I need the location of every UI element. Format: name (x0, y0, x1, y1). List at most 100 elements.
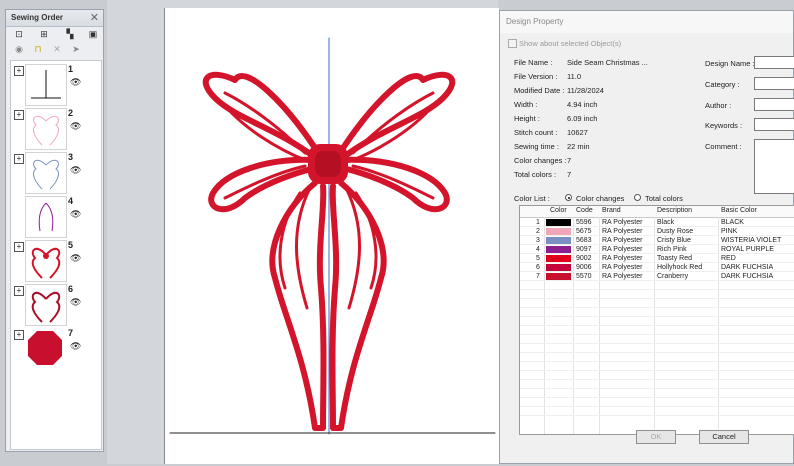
sew-item-number: 7 (68, 328, 74, 338)
bow-design (169, 37, 496, 435)
sewing-time-value: 22 min (567, 142, 590, 151)
grid-line (520, 262, 794, 263)
eye-icon[interactable]: 👁 (70, 165, 81, 176)
eye-icon[interactable]: 👁 (70, 77, 81, 88)
frame-icon[interactable]: ▣ (86, 28, 100, 40)
sew-item-number: 2 (68, 108, 74, 118)
select-all-icon[interactable]: ⊡ (12, 28, 26, 40)
grid-line (520, 388, 794, 389)
view-icon[interactable]: ◉ (12, 43, 26, 55)
column-header: Description (657, 207, 693, 214)
color-swatch (546, 237, 571, 244)
sew-item-thumbnail (25, 108, 67, 150)
sewing-order-titlebar: Sewing Order ✕ (6, 10, 103, 27)
grid-line (520, 244, 794, 245)
eye-icon[interactable]: 👁 (70, 297, 81, 308)
expand-icon[interactable]: + (14, 330, 24, 340)
expand-icon[interactable]: + (14, 110, 24, 120)
sew-item-3[interactable]: + 3 👁 (11, 152, 99, 196)
grid-line (520, 253, 794, 254)
grid-line (520, 280, 794, 281)
sew-item-thumbnail (25, 64, 67, 106)
close-icon[interactable]: ✕ (90, 11, 99, 24)
total-colors-radio[interactable] (634, 194, 641, 201)
total-colors-label: Total colors : (514, 170, 557, 179)
sew-item-2[interactable]: + 2 👁 (11, 108, 99, 152)
sew-item-7[interactable]: + 7 👁 (11, 328, 99, 372)
sew-item-1[interactable]: + 1 👁 (11, 64, 99, 108)
expand-icon[interactable]: + (14, 66, 24, 76)
stitch-count-value: 10627 (567, 128, 588, 137)
column-header: Code (576, 207, 593, 214)
eye-icon[interactable]: 👁 (70, 121, 81, 132)
cancel-button[interactable]: Cancel (699, 430, 749, 444)
dialog-title: Design Property (506, 17, 564, 26)
color-swatch (546, 219, 571, 226)
color-swatch (546, 273, 571, 280)
modified-date-value: 11/28/2024 (567, 86, 604, 95)
sew-item-5[interactable]: + 5 👁 (11, 240, 99, 284)
eye-icon[interactable]: 👁 (70, 253, 81, 264)
color-swatch (546, 228, 571, 235)
color-swatch (546, 246, 571, 253)
design-name-field[interactable] (754, 56, 794, 69)
grid-line (520, 361, 794, 362)
author-field[interactable] (754, 98, 794, 111)
color-changes-radio[interactable] (565, 194, 572, 201)
sew-item-4[interactable]: 4 👁 (11, 196, 99, 240)
grid-line (520, 235, 794, 236)
grid-line (520, 271, 794, 272)
show-about-checkbox[interactable] (508, 39, 517, 48)
ok-button[interactable]: OK (636, 430, 676, 444)
total-colors-value: 7 (567, 170, 572, 179)
grid-line (520, 379, 794, 380)
file-name-label: File Name : (514, 58, 553, 67)
group-icon[interactable]: ⊞ (37, 28, 51, 40)
width-value: 4.94 inch (567, 100, 598, 109)
expand-icon[interactable]: + (14, 154, 24, 164)
width-label: Width : (514, 100, 538, 109)
category-field[interactable] (754, 77, 794, 90)
delete-icon[interactable]: ✕ (50, 43, 64, 55)
column-header: Brand (602, 207, 621, 214)
grid-line (520, 406, 794, 407)
color-list-label: Color List : (514, 194, 550, 203)
comment-label: Comment : (705, 142, 742, 151)
color-swatch (546, 255, 571, 262)
sew-item-thumbnail (25, 196, 67, 238)
height-value: 6.09 inch (567, 114, 598, 123)
expand-icon[interactable]: + (14, 242, 24, 252)
height-label: Height : (514, 114, 540, 123)
grid-line (520, 334, 794, 335)
expand-icon[interactable]: + (14, 286, 24, 296)
design-property-dialog: Design Property Show about selected Obje… (499, 10, 794, 464)
grid-line (520, 370, 794, 371)
sew-item-thumbnail (25, 328, 65, 368)
design-canvas[interactable] (164, 8, 499, 464)
sew-item-thumbnail (25, 240, 67, 282)
keywords-label: Keywords : (705, 121, 743, 130)
file-name-value: Side Seam Christmas ... (567, 58, 648, 67)
stitch-count-label: Stitch count : (514, 128, 558, 137)
eye-icon[interactable]: 👁 (70, 209, 81, 220)
color-changes-label: Color changes : (514, 156, 567, 165)
sew-item-thumbnail (25, 284, 67, 326)
grid-line (520, 397, 794, 398)
sewing-order-panel: Sewing Order ✕ ⊡ ⊞ ▚ ▣ ◉ ⊓ ✕ ➤ + 1 👁 + 2… (5, 9, 104, 452)
dialog-titlebar: Design Property (500, 11, 793, 33)
comment-field[interactable] (754, 139, 794, 194)
category-label: Category : (705, 80, 740, 89)
file-version-label: File Version : (514, 72, 558, 81)
modified-date-label: Modified Date : (514, 86, 565, 95)
color-swatch (546, 264, 571, 271)
eye-icon[interactable]: 👁 (70, 341, 81, 352)
pointer-icon[interactable]: ➤ (69, 43, 83, 55)
color-list-table: Color Code Brand Description Basic Color… (519, 205, 794, 435)
sew-item-number: 5 (68, 240, 74, 250)
color-sort-icon[interactable]: ▚ (63, 28, 77, 40)
sew-item-number: 1 (68, 64, 74, 74)
keywords-field[interactable] (754, 118, 794, 131)
lock-icon[interactable]: ⊓ (31, 43, 45, 55)
sew-item-6[interactable]: + 6 👁 (11, 284, 99, 328)
sew-item-number: 6 (68, 284, 74, 294)
